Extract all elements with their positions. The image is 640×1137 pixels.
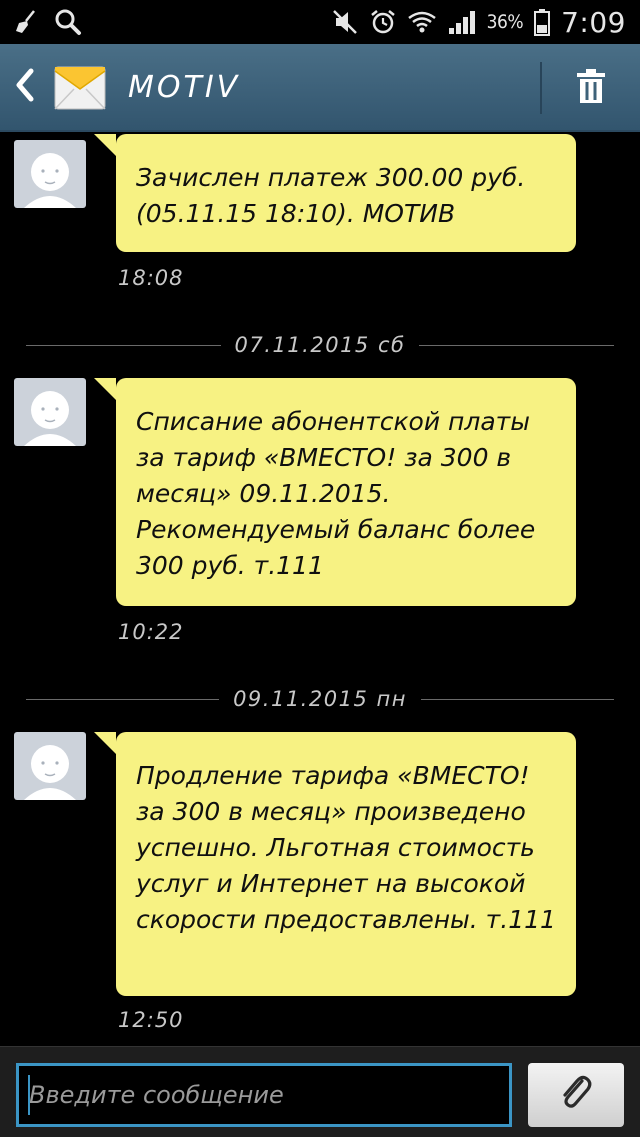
contact-name: MOTIV — [128, 69, 241, 105]
signal-icon — [447, 8, 477, 36]
battery-icon — [533, 8, 551, 36]
action-bar: MOTIV — [0, 44, 640, 132]
attach-button[interactable] — [528, 1063, 624, 1127]
conversation-list[interactable]: Зачислен платеж 300.00 руб. (05.11.15 18… — [0, 134, 640, 1046]
message-time: 18:08 — [118, 266, 184, 290]
message-time: 10:22 — [118, 620, 184, 644]
date-separator: 09.11.2015 пн — [26, 684, 614, 714]
date-separator-label: 09.11.2015 пн — [233, 687, 407, 711]
mute-icon — [331, 8, 359, 36]
message-bubble[interactable]: Продление тарифа «ВМЕСТО! за 300 в месяц… — [94, 732, 576, 996]
back-arrow-icon — [14, 68, 36, 106]
clock: 7:09 — [561, 5, 626, 39]
compose-bar — [0, 1046, 640, 1137]
message-bubble[interactable]: Списание абонентской платы за тариф «ВМЕ… — [94, 378, 576, 606]
contact-avatar[interactable] — [14, 140, 86, 208]
status-bar: 36% 7:09 — [0, 0, 640, 44]
delete-thread-button[interactable] — [554, 44, 628, 132]
message-bubble[interactable]: Зачислен платеж 300.00 руб. (05.11.15 18… — [94, 134, 576, 252]
message-input[interactable] — [16, 1063, 512, 1127]
search-icon — [54, 8, 82, 36]
wifi-icon — [407, 8, 437, 36]
battery-percent: 36% — [486, 11, 524, 33]
date-separator: 07.11.2015 сб — [26, 330, 615, 360]
message-text: Списание абонентской платы за тариф «ВМЕ… — [136, 407, 536, 580]
date-separator-label: 07.11.2015 сб — [234, 333, 406, 357]
message-time: 12:50 — [118, 1008, 184, 1032]
back-button[interactable] — [0, 43, 50, 131]
message-text: Продление тарифа «ВМЕСТО! за 300 в месяц… — [136, 761, 556, 934]
alarm-icon — [369, 8, 397, 36]
paperclip-icon — [558, 1073, 594, 1117]
broom-icon — [14, 9, 40, 35]
envelope-icon — [52, 59, 108, 115]
action-bar-divider — [540, 62, 542, 114]
contact-avatar[interactable] — [14, 732, 86, 800]
message-text: Зачислен платеж 300.00 руб. (05.11.15 18… — [136, 163, 526, 228]
trash-icon — [576, 68, 606, 108]
contact-avatar[interactable] — [14, 378, 86, 446]
text-cursor — [28, 1075, 30, 1115]
